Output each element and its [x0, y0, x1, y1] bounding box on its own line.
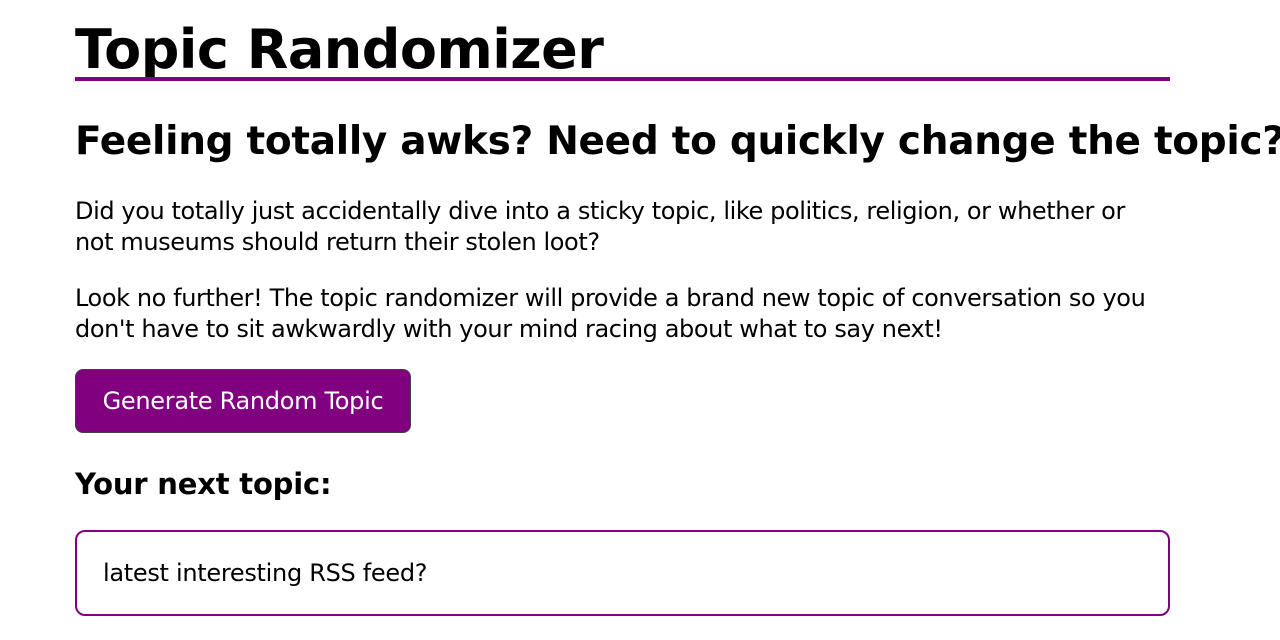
intro-subtitle: Feeling totally awks? Need to quickly ch…	[75, 119, 1280, 164]
topic-result-box: latest interesting RSS feed?	[75, 530, 1170, 616]
title-underline-divider	[75, 77, 1170, 81]
topic-result-text: latest interesting RSS feed?	[103, 558, 428, 587]
intro-paragraph-2: Look no further! The topic randomizer wi…	[75, 284, 1146, 343]
generate-random-topic-button[interactable]: Generate Random Topic	[75, 369, 411, 433]
page: Topic Randomizer Feeling totally awks? N…	[0, 0, 1280, 640]
intro-paragraph-1: Did you totally just accidentally dive i…	[75, 197, 1125, 256]
next-topic-label: Your next topic:	[75, 467, 332, 501]
page-title: Topic Randomizer	[75, 18, 604, 81]
